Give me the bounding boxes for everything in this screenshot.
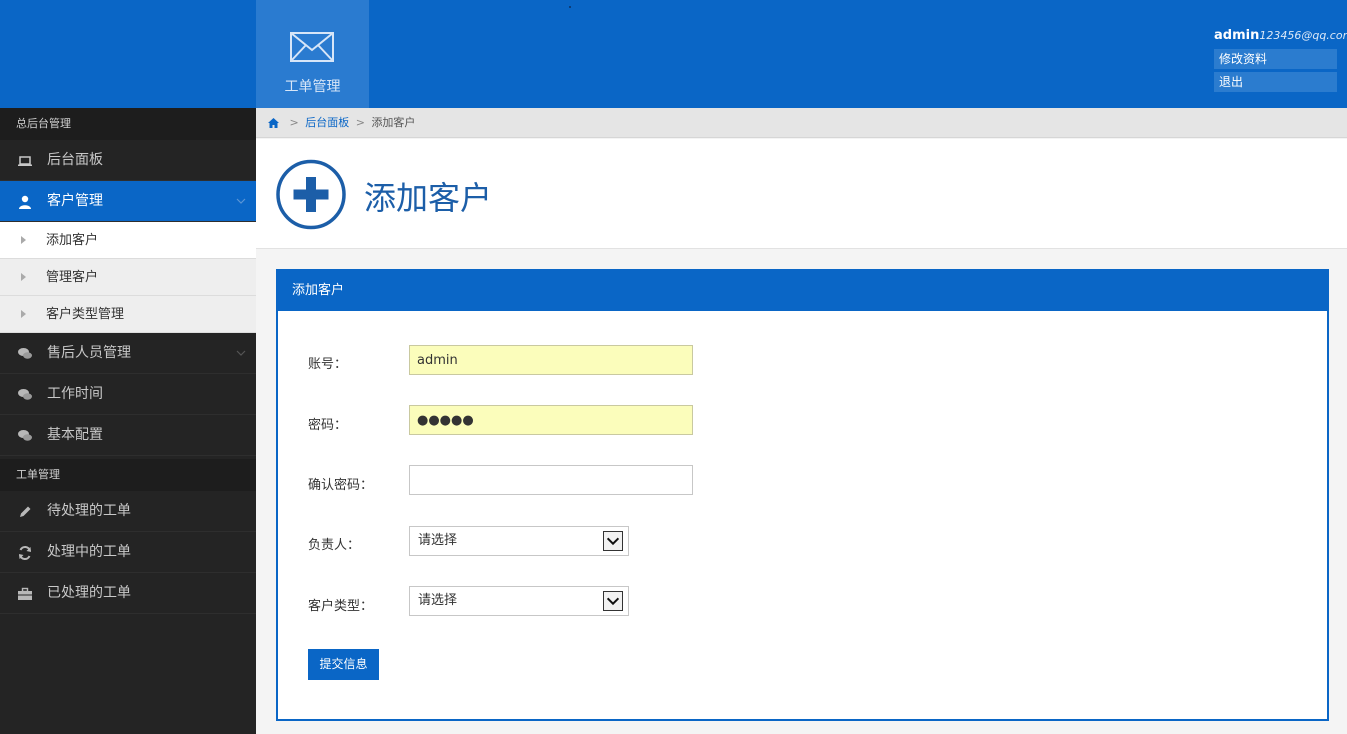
breadcrumb-current: 添加客户 (371, 116, 416, 129)
module-ticket-management[interactable]: 工单管理 (256, 0, 369, 108)
sidebar-item-label: 后台面板 (47, 152, 103, 168)
breadcrumb-link-dashboard[interactable]: 后台面板 (305, 116, 349, 129)
customer-type-label: 客户类型： (308, 599, 374, 614)
confirm-password-input[interactable] (409, 465, 693, 495)
sidebar-item-work-hours[interactable]: 工作时间 (0, 374, 256, 415)
module-label: 工单管理 (284, 79, 341, 95)
sidebar-subitem-add-customer[interactable]: 添加客户 (0, 222, 256, 259)
plus-circle-icon (276, 159, 346, 230)
owner-label: 负责人： (308, 538, 361, 553)
confirm-password-label: 确认密码： (308, 478, 374, 493)
briefcase-icon (18, 587, 32, 600)
caret-right-icon (21, 310, 26, 318)
account-label: 账号： (308, 357, 348, 372)
user-icon (19, 195, 31, 209)
envelope-icon (290, 32, 334, 62)
page-header: 添加客户 (256, 139, 1347, 249)
password-input[interactable] (409, 405, 693, 435)
breadcrumb: > 后台面板 > 添加客户 (256, 108, 1347, 138)
sidebar-item-label: 已处理的工单 (47, 585, 131, 601)
user-name: admin (1214, 28, 1260, 43)
page-title: 添加客户 (364, 179, 493, 217)
home-icon[interactable] (268, 118, 279, 128)
comments-icon (18, 348, 32, 359)
pencil-icon (20, 506, 31, 517)
logout-link[interactable]: 退出 (1214, 72, 1337, 92)
chevron-down-icon[interactable] (603, 531, 623, 551)
sidebar-item-processing-tickets[interactable]: 处理中的工单 (0, 532, 256, 573)
caret-right-icon (21, 273, 26, 281)
password-label: 密码： (308, 418, 348, 433)
sidebar-item-label: 处理中的工单 (47, 544, 131, 560)
customer-type-select[interactable]: 请选择 (409, 586, 629, 616)
customer-type-select-value: 请选择 (418, 593, 458, 608)
sidebar-item-customer-management[interactable]: 客户管理 (0, 181, 256, 222)
chevron-down-icon[interactable] (603, 591, 623, 611)
breadcrumb-separator: > (355, 116, 365, 129)
user-menu: admin123456@qq.com 修改资料 退出 (1214, 28, 1347, 92)
sidebar-subitem-label: 添加客户 (46, 233, 99, 248)
logo-area (0, 0, 256, 108)
breadcrumb-separator: > (289, 116, 299, 129)
sidebar-item-pending-tickets[interactable]: 待处理的工单 (0, 491, 256, 532)
sidebar-item-after-sales-staff[interactable]: 售后人员管理 (0, 333, 256, 374)
chevron-down-icon (236, 198, 246, 204)
submit-button[interactable]: 提交信息 (308, 649, 379, 680)
sidebar: 总后台管理 后台面板 客户管理 添加客户 管理客户 客户类型管理 售后人员管理 … (0, 108, 256, 734)
sidebar-item-label: 工作时间 (47, 386, 103, 402)
account-input[interactable] (409, 345, 693, 375)
sidebar-subitem-label: 客户类型管理 (46, 307, 125, 322)
dot-mark (569, 6, 571, 8)
refresh-icon (19, 545, 31, 561)
sidebar-item-label: 待处理的工单 (47, 503, 131, 519)
sidebar-item-processed-tickets[interactable]: 已处理的工单 (0, 573, 256, 614)
sidebar-subitem-label: 管理客户 (46, 270, 99, 285)
sidebar-section-admin: 总后台管理 (0, 108, 256, 140)
comments-icon (18, 389, 32, 400)
top-header: 工单管理 admin123456@qq.com 修改资料 退出 (0, 0, 1347, 108)
user-info: admin123456@qq.com (1214, 28, 1347, 46)
chevron-down-icon (236, 350, 246, 356)
comments-icon (18, 430, 32, 441)
edit-profile-link[interactable]: 修改资料 (1214, 49, 1337, 69)
sidebar-item-label: 售后人员管理 (47, 345, 131, 361)
sidebar-section-tickets: 工单管理 (0, 459, 256, 491)
sidebar-item-label: 客户管理 (47, 193, 103, 209)
add-customer-panel: 添加客户 账号： 密码： 确认密码： 负责人： 请选择 客户类型： 请选择 提交… (276, 269, 1329, 721)
sidebar-item-basic-config[interactable]: 基本配置 (0, 415, 256, 456)
panel-title: 添加客户 (278, 271, 1327, 311)
user-email: 123456@qq.com (1259, 29, 1347, 42)
sidebar-subitem-manage-customers[interactable]: 管理客户 (0, 259, 256, 296)
owner-select[interactable]: 请选择 (409, 526, 629, 556)
owner-select-value: 请选择 (418, 533, 458, 548)
sidebar-item-label: 基本配置 (47, 427, 103, 443)
laptop-icon (18, 156, 32, 166)
sidebar-subitem-customer-types[interactable]: 客户类型管理 (0, 296, 256, 333)
sidebar-item-dashboard[interactable]: 后台面板 (0, 140, 256, 181)
caret-right-icon (21, 236, 26, 244)
